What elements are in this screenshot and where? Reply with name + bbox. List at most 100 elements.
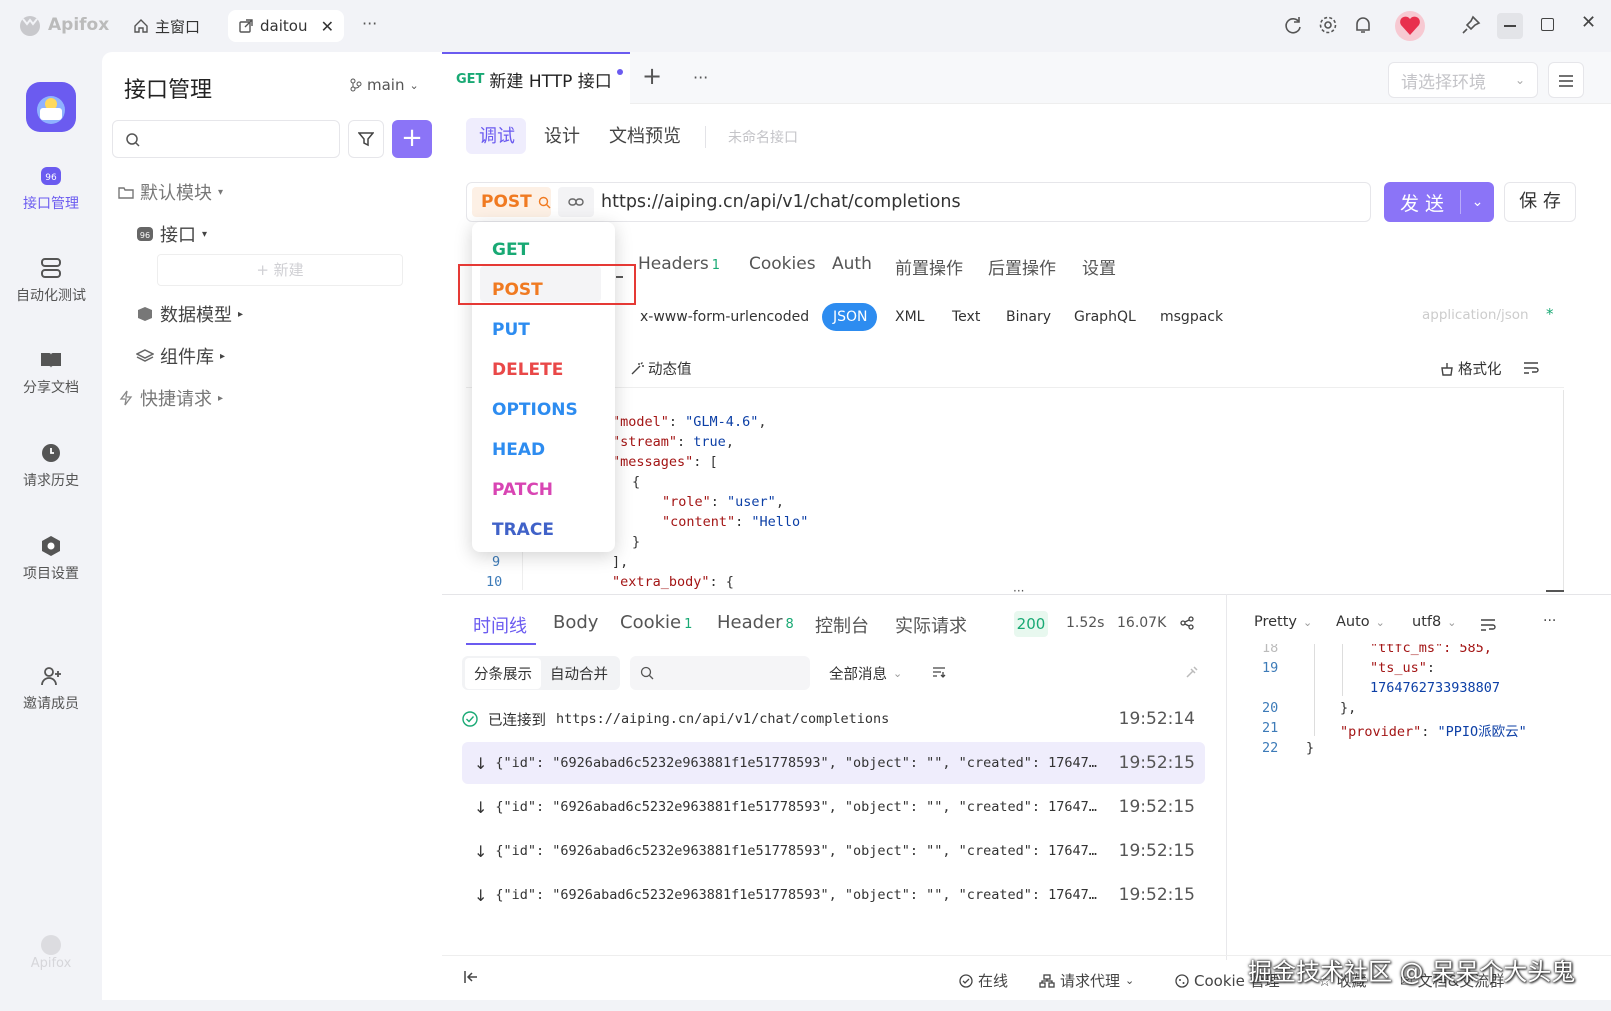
tab-cookies[interactable]: Cookies: [749, 254, 816, 274]
tab-settings[interactable]: 设置: [1082, 254, 1116, 279]
gear-icon[interactable]: [1317, 14, 1339, 36]
subtab-doc-preview[interactable]: 文档预览: [609, 122, 681, 148]
search-input[interactable]: [112, 120, 340, 158]
response-json-viewer[interactable]: 18 "ttfc_ms": 585, 19 "ts_us": 176476273…: [1230, 644, 1560, 764]
view-mode-split[interactable]: 分条展示: [465, 657, 541, 689]
method-select[interactable]: POST: [472, 187, 551, 217]
body-type-graphql[interactable]: GraphQL: [1074, 309, 1136, 325]
body-type-msgpack[interactable]: msgpack: [1160, 309, 1223, 325]
method-option-head[interactable]: HEAD: [492, 440, 545, 460]
doc-tab-new-http[interactable]: GET 新建 HTTP 接口: [442, 52, 630, 104]
nav-automation[interactable]: 自动化测试: [0, 257, 102, 305]
timeline-row[interactable]: 已连接到 https://aiping.cn/api/v1/chat/compl…: [462, 698, 1205, 740]
timeline-row[interactable]: ↓ {"id": "6926abad6c5232e963881f1e517785…: [462, 830, 1205, 872]
body-type-binary[interactable]: Binary: [1006, 309, 1051, 325]
format-button[interactable]: 格式化: [1440, 358, 1502, 379]
message-filter[interactable]: 全部消息 ⌄: [829, 663, 902, 684]
share-icon[interactable]: [1180, 616, 1194, 630]
line-number: 21: [1262, 720, 1279, 736]
timeline-row[interactable]: ↓ {"id": "6926abad6c5232e963881f1e517785…: [462, 874, 1205, 916]
body-type-json[interactable]: JSON: [833, 309, 868, 325]
view-mode-merge[interactable]: 自动合并: [541, 658, 617, 689]
nav-api-management[interactable]: 96 接口管理: [0, 165, 102, 213]
menu-button[interactable]: [1548, 62, 1584, 98]
tree-api-folder[interactable]: 96 接口 ▾: [136, 221, 207, 247]
splitter[interactable]: [442, 594, 1611, 595]
send-button[interactable]: 发 送 ⌄: [1384, 182, 1494, 222]
environment-select[interactable]: 请选择环境 ⌄: [1388, 62, 1538, 98]
close-window-button[interactable]: ✕: [1581, 12, 1596, 33]
timeline-search[interactable]: [630, 656, 810, 690]
resize-handle[interactable]: [1546, 590, 1564, 592]
tree-quick-request[interactable]: 快捷请求 ▸: [118, 385, 223, 411]
method-option-put[interactable]: PUT: [492, 320, 530, 340]
dynamic-value-button[interactable]: 动态值: [630, 358, 692, 379]
minimize-button[interactable]: [1497, 13, 1523, 39]
save-button[interactable]: 保 存: [1504, 182, 1576, 222]
code-editor[interactable]: "model": "GLM-4.6", "stream": true, "mes…: [466, 390, 1564, 590]
filter-button[interactable]: [348, 120, 384, 158]
tab-auth[interactable]: Auth: [832, 254, 872, 274]
more-icon[interactable]: ···: [693, 68, 708, 87]
bell-icon[interactable]: [1352, 14, 1374, 36]
format-pretty-select[interactable]: Pretty ⌄: [1254, 614, 1312, 630]
project-icon[interactable]: [26, 82, 76, 132]
timeline-row[interactable]: ↓ {"id": "6926abad6c5232e963881f1e517785…: [462, 742, 1205, 784]
book-icon: [41, 353, 61, 368]
subtab-design[interactable]: 设计: [544, 122, 580, 148]
chevron-down-icon[interactable]: ⌄: [1461, 194, 1494, 210]
resp-tab-cookie[interactable]: Cookie 1: [620, 612, 692, 633]
new-api-placeholder[interactable]: + 新建: [157, 254, 403, 286]
timeline-row[interactable]: ↓ {"id": "6926abad6c5232e963881f1e517785…: [462, 786, 1205, 828]
close-icon[interactable]: ✕: [321, 17, 334, 36]
add-button[interactable]: +: [392, 120, 432, 158]
add-tab-button[interactable]: +: [642, 62, 662, 90]
sort-icon[interactable]: [932, 666, 946, 678]
body-type-urlencoded[interactable]: x-www-form-urlencoded: [640, 309, 809, 325]
body-type-xml[interactable]: XML: [895, 309, 924, 325]
avatar[interactable]: [1394, 10, 1426, 42]
collapse-sidebar-icon[interactable]: [463, 970, 479, 984]
method-option-get[interactable]: GET: [492, 240, 529, 260]
method-option-patch[interactable]: PATCH: [492, 480, 553, 500]
more-tabs-icon[interactable]: ···: [362, 14, 377, 33]
online-status[interactable]: 在线: [959, 970, 1008, 991]
method-option-delete[interactable]: DELETE: [492, 360, 563, 380]
nav-share-docs[interactable]: 分享文档: [0, 349, 102, 397]
clear-icon[interactable]: [1184, 664, 1200, 680]
wrap-lines-icon[interactable]: [1480, 618, 1496, 632]
link-button[interactable]: [558, 187, 594, 217]
resp-tab-body[interactable]: Body: [553, 612, 598, 633]
request-proxy[interactable]: 请求代理 ⌄: [1039, 970, 1134, 991]
method-option-options[interactable]: OPTIONS: [492, 400, 578, 420]
body-type-text[interactable]: Text: [952, 309, 980, 325]
method-option-trace[interactable]: TRACE: [492, 520, 554, 540]
nav-project-settings[interactable]: 项目设置: [0, 535, 102, 583]
nav-history[interactable]: 请求历史: [0, 442, 102, 490]
tree-data-models[interactable]: 数据模型 ▸: [136, 301, 243, 327]
subtab-debug[interactable]: 调试: [479, 122, 515, 148]
resp-tab-console[interactable]: 控制台: [815, 612, 869, 638]
refresh-icon[interactable]: [1282, 14, 1304, 36]
url-input[interactable]: https://aiping.cn/api/v1/chat/completion…: [601, 192, 961, 212]
resp-tab-actual-request[interactable]: 实际请求: [895, 612, 967, 638]
tab-pre-operations[interactable]: 前置操作: [895, 254, 963, 279]
resp-tab-header[interactable]: Header 8: [717, 612, 794, 633]
encoding-select[interactable]: utf8 ⌄: [1412, 614, 1456, 630]
branch-selector[interactable]: main ⌄: [350, 76, 419, 94]
tree-default-module[interactable]: 默认模块 ▾: [118, 179, 223, 205]
tab-daitou[interactable]: daitou ✕: [228, 10, 344, 42]
nav-invite-members[interactable]: 邀请成员: [0, 665, 102, 713]
maximize-button[interactable]: [1541, 18, 1554, 31]
more-icon[interactable]: ···: [1543, 613, 1556, 629]
resp-tab-timeline[interactable]: 时间线: [473, 612, 527, 638]
tree-components[interactable]: 组件库 ▸: [136, 343, 225, 369]
tab-headers[interactable]: Headers 1: [638, 254, 720, 274]
drag-handle-icon[interactable]: ···: [1013, 584, 1024, 598]
tab-post-operations[interactable]: 后置操作: [988, 254, 1056, 279]
wrap-lines-icon[interactable]: [1523, 361, 1539, 375]
format-auto-select[interactable]: Auto ⌄: [1336, 614, 1385, 630]
tab-main-window[interactable]: 主窗口: [123, 10, 210, 42]
nav-label: 接口管理: [23, 196, 79, 212]
pin-icon[interactable]: [1460, 14, 1482, 36]
